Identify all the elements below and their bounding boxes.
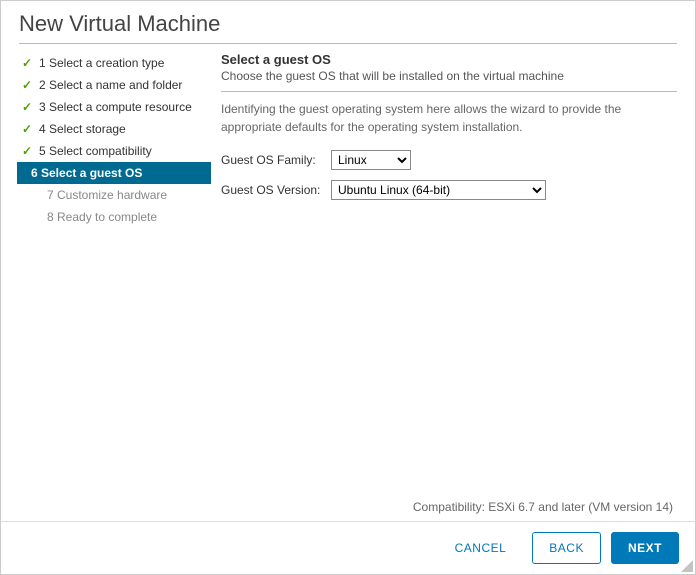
sidebar-step-name-folder[interactable]: ✓ 2 Select a name and folder (1, 74, 211, 96)
resize-grip-icon[interactable] (681, 560, 693, 572)
sidebar-step-creation-type[interactable]: ✓ 1 Select a creation type (1, 52, 211, 74)
checkmark-icon: ✓ (21, 79, 33, 91)
sidebar-step-compatibility[interactable]: ✓ 5 Select compatibility (1, 140, 211, 162)
step-label: 4 Select storage (39, 122, 126, 136)
dialog-footer: CANCEL BACK NEXT (1, 521, 695, 574)
step-label: 5 Select compatibility (39, 144, 152, 158)
step-label: 6 Select a guest OS (31, 166, 142, 180)
checkmark-icon: ✓ (21, 57, 33, 69)
new-vm-dialog: New Virtual Machine ✓ 1 Select a creatio… (0, 0, 696, 575)
guest-os-version-select[interactable]: Ubuntu Linux (64-bit) (331, 180, 546, 200)
sidebar-step-guest-os[interactable]: 6 Select a guest OS (17, 162, 211, 184)
compatibility-text: Compatibility: ESXi 6.7 and later (VM ve… (413, 500, 673, 514)
cancel-button[interactable]: CANCEL (439, 532, 523, 564)
field-guest-os-family: Guest OS Family: Linux (221, 150, 677, 170)
checkmark-icon: ✓ (21, 101, 33, 113)
sidebar-step-compute-resource[interactable]: ✓ 3 Select a compute resource (1, 96, 211, 118)
sidebar-step-ready-complete: 8 Ready to complete (1, 206, 211, 228)
panel-description: Identifying the guest operating system h… (221, 100, 677, 136)
main-panel: Select a guest OS Choose the guest OS th… (211, 44, 695, 521)
step-label: 2 Select a name and folder (39, 78, 182, 92)
panel-title: Select a guest OS (221, 52, 677, 67)
sidebar-step-storage[interactable]: ✓ 4 Select storage (1, 118, 211, 140)
step-label: 8 Ready to complete (47, 210, 157, 224)
field-label: Guest OS Version: (221, 183, 331, 197)
step-label: 7 Customize hardware (47, 188, 167, 202)
field-guest-os-version: Guest OS Version: Ubuntu Linux (64-bit) (221, 180, 677, 200)
checkmark-icon: ✓ (21, 123, 33, 135)
guest-os-family-select[interactable]: Linux (331, 150, 411, 170)
step-label: 1 Select a creation type (39, 56, 164, 70)
panel-subtitle: Choose the guest OS that will be install… (221, 69, 677, 83)
field-label: Guest OS Family: (221, 153, 331, 167)
next-button[interactable]: NEXT (611, 532, 679, 564)
dialog-content: ✓ 1 Select a creation type ✓ 2 Select a … (1, 44, 695, 521)
sidebar-step-customize-hardware: 7 Customize hardware (1, 184, 211, 206)
wizard-sidebar: ✓ 1 Select a creation type ✓ 2 Select a … (1, 44, 211, 521)
back-button[interactable]: BACK (532, 532, 601, 564)
divider (221, 91, 677, 92)
dialog-title: New Virtual Machine (1, 1, 695, 43)
checkmark-icon: ✓ (21, 145, 33, 157)
step-label: 3 Select a compute resource (39, 100, 192, 114)
